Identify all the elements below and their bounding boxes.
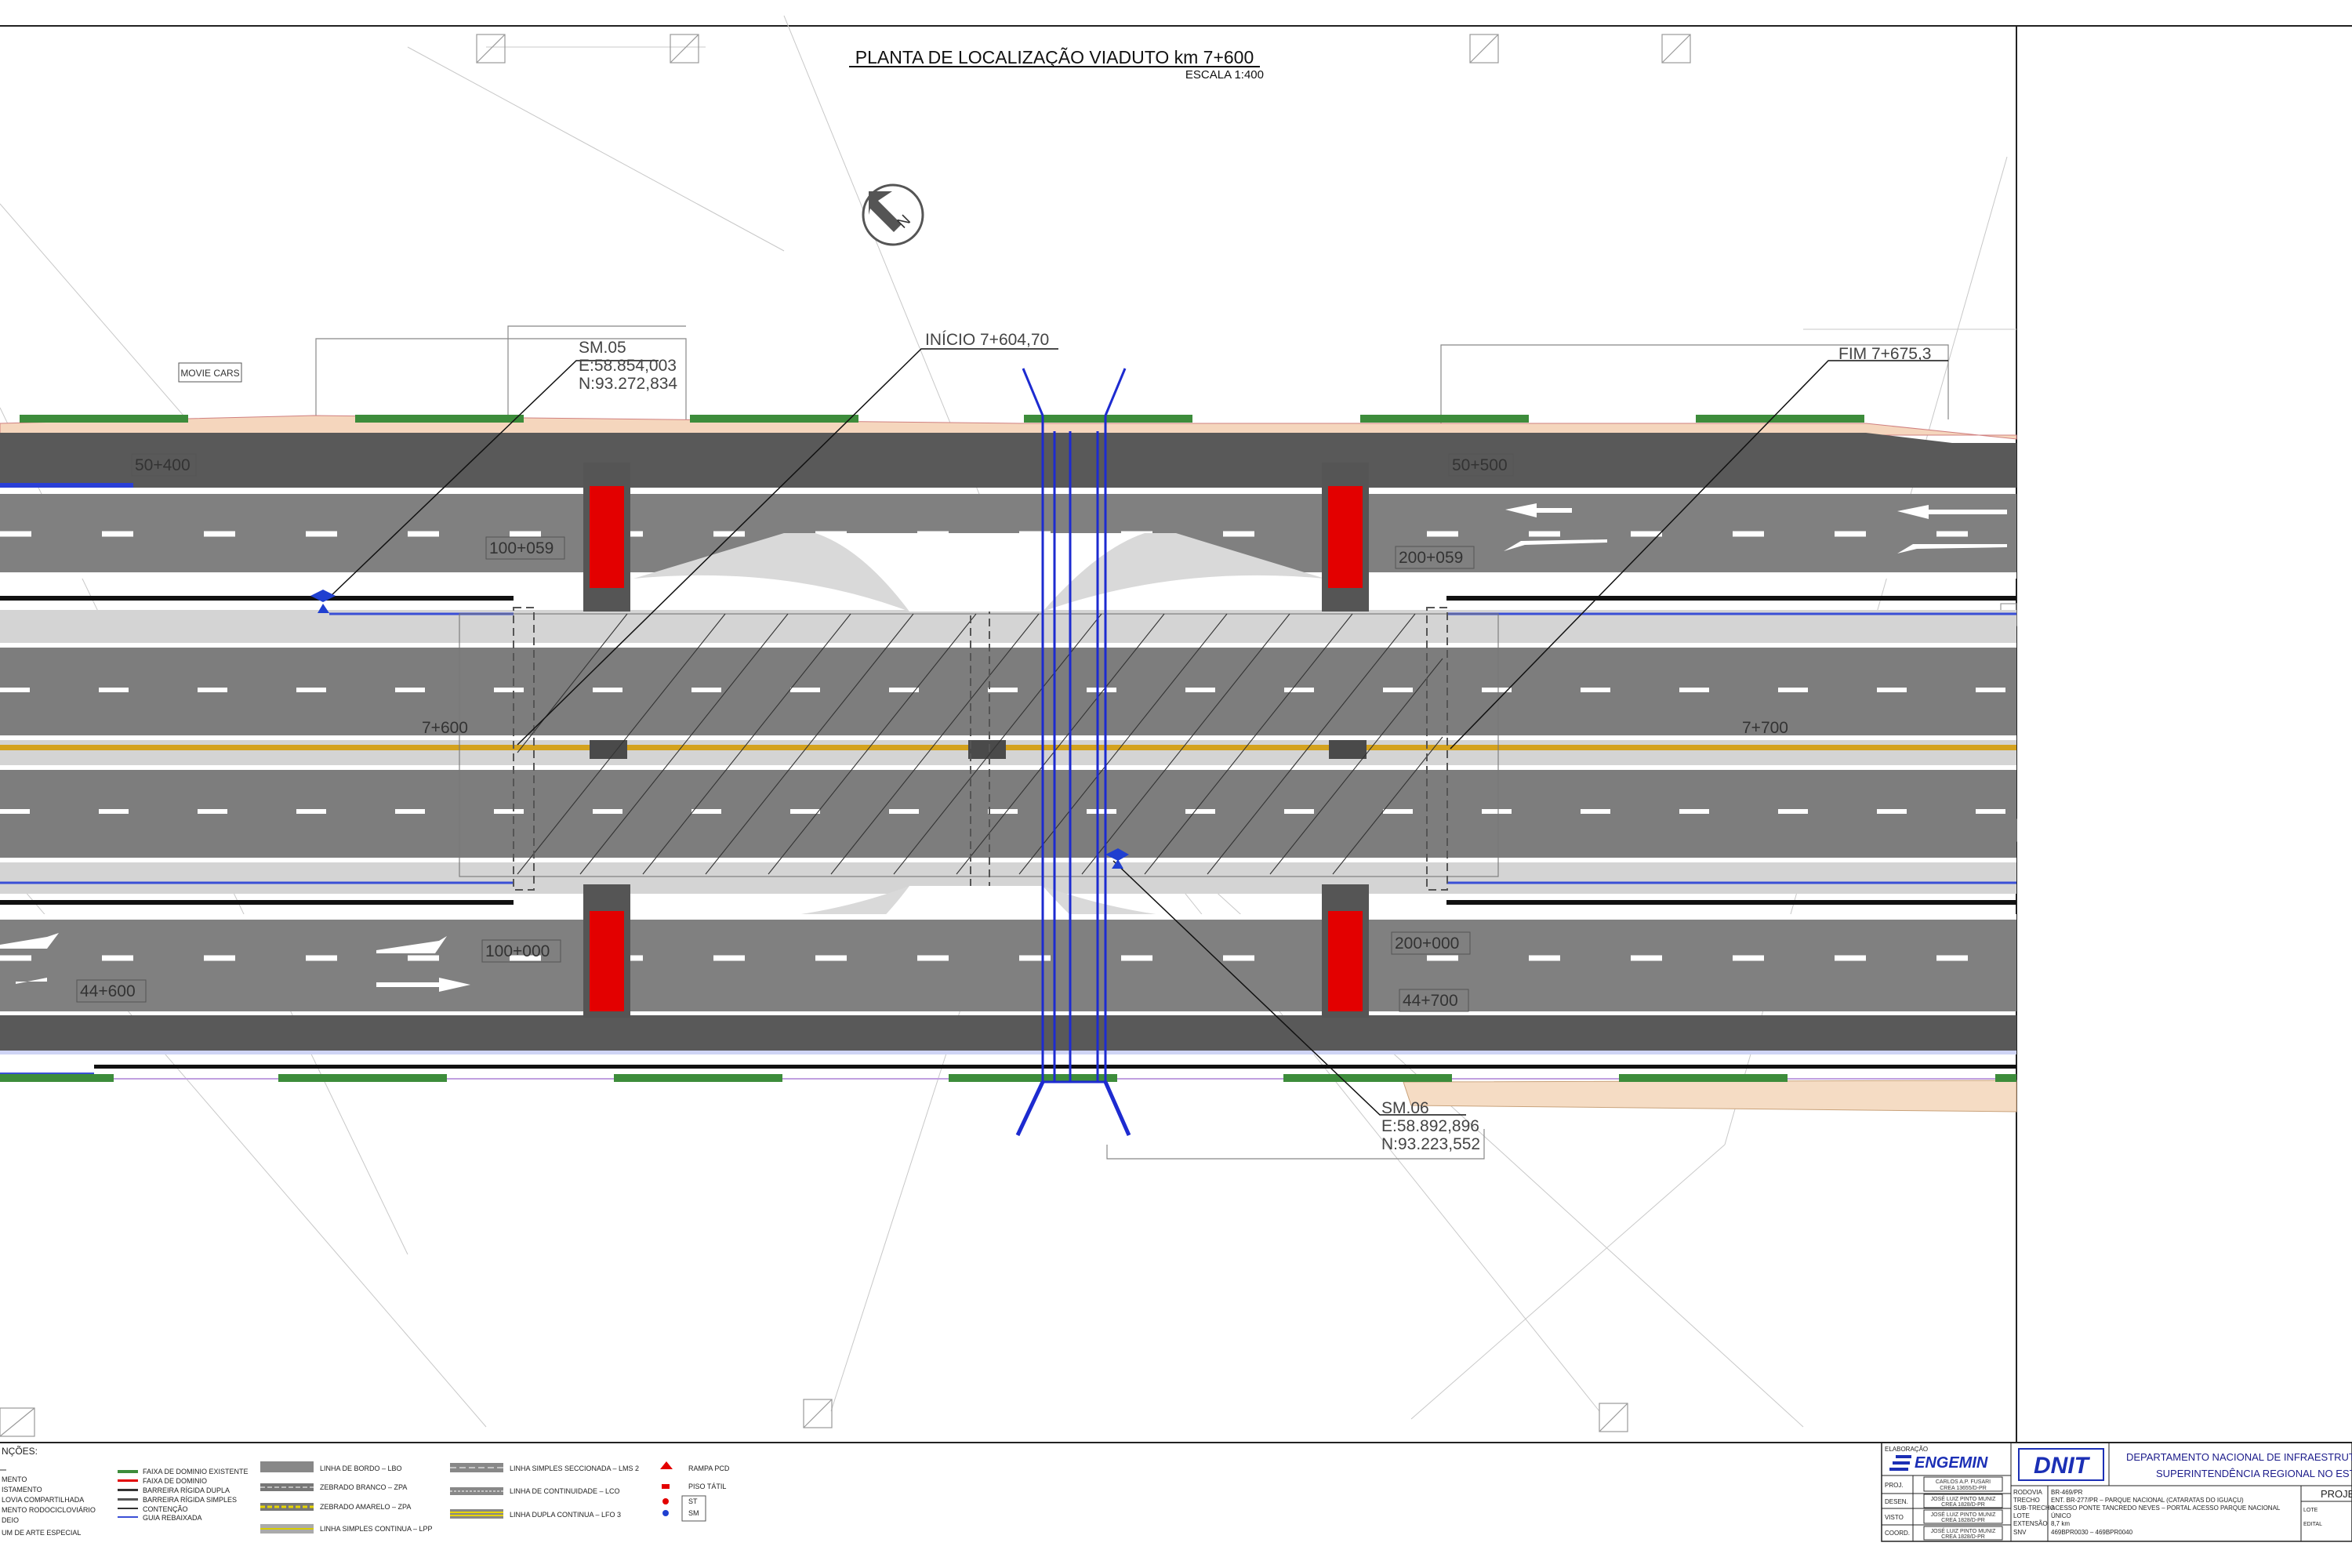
upper-local-road — [0, 433, 2016, 488]
svg-text:FIM 7+675,3: FIM 7+675,3 — [1838, 345, 1931, 363]
bottom-green-strips — [0, 1074, 2016, 1082]
svg-text:SM.06: SM.06 — [1381, 1099, 1429, 1117]
svg-text:UM DE ARTE ESPECIAL: UM DE ARTE ESPECIAL — [2, 1529, 81, 1537]
svg-text:DESEN.: DESEN. — [1885, 1498, 1908, 1505]
svg-text:PROJE: PROJE — [2321, 1488, 2352, 1500]
svg-text:7+700: 7+700 — [1742, 719, 1788, 737]
svg-text:100+000: 100+000 — [485, 942, 550, 960]
svg-text:ZEBRADO BRANCO – ZPA: ZEBRADO BRANCO – ZPA — [320, 1483, 407, 1491]
svg-text:ISTAMENTO: ISTAMENTO — [2, 1486, 42, 1494]
svg-text:LOTE: LOTE — [2303, 1508, 2318, 1513]
svg-text:FAIXA DE DOMINIO EXISTENTE: FAIXA DE DOMINIO EXISTENTE — [143, 1468, 249, 1475]
svg-text:RAMPA PCD: RAMPA PCD — [688, 1465, 730, 1472]
svg-text:FAIXA DE DOMINIO: FAIXA DE DOMINIO — [143, 1477, 207, 1485]
dnit-logo: DNIT — [2018, 1448, 2104, 1481]
svg-text:MENTO RODOCICLOVIÁRIO: MENTO RODOCICLOVIÁRIO — [2, 1506, 96, 1514]
svg-text:469BPR0030 – 469BPR0040: 469BPR0030 – 469BPR0040 — [2051, 1529, 2133, 1536]
svg-text:ENT. BR-277/PR – PARQUE NACION: ENT. BR-277/PR – PARQUE NACIONAL (CATARA… — [2051, 1497, 2244, 1504]
svg-text:DEIO: DEIO — [2, 1516, 19, 1524]
drawing-title: PLANTA DE LOCALIZAÇÃO VIADUTO km 7+600 — [855, 47, 1254, 67]
svg-text:44+600: 44+600 — [80, 982, 136, 1000]
svg-text:EXTENSÃO: EXTENSÃO — [2013, 1520, 2048, 1527]
svg-text:7+600: 7+600 — [422, 719, 468, 737]
svg-text:ÚNICO: ÚNICO — [2051, 1512, 2071, 1519]
svg-text:SUB-TRECHO: SUB-TRECHO — [2013, 1504, 2055, 1512]
svg-text:ZEBRADO AMARELO – ZPA: ZEBRADO AMARELO – ZPA — [320, 1503, 411, 1511]
svg-text:CREA 1828/D-PR: CREA 1828/D-PR — [1941, 1534, 1985, 1540]
svg-text:SUPERINTENDÊNCIA REGIONAL NO E: SUPERINTENDÊNCIA REGIONAL NO ESTA — [2156, 1468, 2352, 1479]
svg-text:INÍCIO 7+604,70: INÍCIO 7+604,70 — [925, 331, 1049, 349]
engemin-logo: ENGEMIN — [1889, 1454, 1988, 1472]
svg-text:CREA 1828/D-PR: CREA 1828/D-PR — [1941, 1502, 1985, 1508]
svg-text:50+400: 50+400 — [135, 456, 191, 474]
svg-text:SNV: SNV — [2013, 1529, 2027, 1536]
svg-text:LINHA DE CONTINUIDADE – LCO: LINHA DE CONTINUIDADE – LCO — [510, 1487, 620, 1495]
lower-ramp — [0, 919, 2016, 1011]
svg-text:LINHA DE BORDO – LBO: LINHA DE BORDO – LBO — [320, 1465, 402, 1472]
svg-text:EDITAL: EDITAL — [2303, 1522, 2322, 1527]
svg-text:200+059: 200+059 — [1399, 549, 1463, 567]
svg-text:CARLOS A.P. FUSARI: CARLOS A.P. FUSARI — [1936, 1479, 1991, 1485]
svg-text:ST: ST — [688, 1497, 698, 1505]
movie-cars-label: MOVIE CARS — [180, 368, 239, 379]
svg-text:CONTENÇÃO: CONTENÇÃO — [143, 1505, 188, 1513]
svg-text:CREA 1828/D-PR: CREA 1828/D-PR — [1941, 1518, 1985, 1523]
svg-text:RODOVIA: RODOVIA — [2013, 1489, 2043, 1496]
svg-text:COORD.: COORD. — [1885, 1530, 1910, 1537]
title-block: ELABORAÇÃO ENGEMIN PROJ. DESEN. VISTO CO… — [1881, 1442, 2352, 1542]
svg-text:8,7 km: 8,7 km — [2051, 1520, 2070, 1527]
drawing-sheet: PLANTA DE LOCALIZAÇÃO VIADUTO km 7+600 E… — [0, 15, 2352, 1542]
svg-text:PISO TÁTIL: PISO TÁTIL — [688, 1483, 726, 1490]
svg-text:E:58.854,003: E:58.854,003 — [579, 357, 677, 375]
svg-text:LINHA SIMPLES CONTINUA – LPP: LINHA SIMPLES CONTINUA – LPP — [320, 1525, 433, 1533]
blue-edge-top — [0, 483, 133, 488]
svg-text:BARREIRA RÍGIDA SIMPLES: BARREIRA RÍGIDA SIMPLES — [143, 1496, 237, 1504]
svg-text:E:58.892,896: E:58.892,896 — [1381, 1117, 1479, 1135]
svg-text:MENTO: MENTO — [2, 1475, 27, 1483]
svg-text:DEPARTAMENTO NACIONAL DE INFRA: DEPARTAMENTO NACIONAL DE INFRAESTRUTU — [2126, 1451, 2352, 1463]
drawing-scale: ESCALA 1:400 — [1185, 68, 1264, 82]
svg-text:CREA 13655/D-PR: CREA 13655/D-PR — [1940, 1486, 1987, 1491]
svg-text:100+059: 100+059 — [489, 539, 554, 557]
median-yellow-line — [0, 745, 2016, 750]
svg-text:44+700: 44+700 — [1403, 992, 1458, 1010]
svg-text:VISTO: VISTO — [1885, 1514, 1904, 1521]
svg-text:N:93.272,834: N:93.272,834 — [579, 375, 677, 393]
svg-text:LOTE: LOTE — [2013, 1512, 2030, 1519]
svg-text:JOSÉ LUIZ PINTO MUNIZ: JOSÉ LUIZ PINTO MUNIZ — [1931, 1511, 1996, 1518]
svg-text:TRECHO: TRECHO — [2013, 1497, 2040, 1504]
svg-text:SM: SM — [688, 1509, 699, 1517]
svg-text:ENGEMIN: ENGEMIN — [1915, 1454, 1988, 1472]
svg-text:JOSÉ LUIZ PINTO MUNIZ: JOSÉ LUIZ PINTO MUNIZ — [1931, 1495, 1996, 1502]
svg-text:50+500: 50+500 — [1452, 456, 1508, 474]
svg-text:LOVIA COMPARTILHADA: LOVIA COMPARTILHADA — [2, 1496, 84, 1504]
svg-text:SM.05: SM.05 — [579, 339, 626, 357]
svg-text:LINHA DUPLA CONTINUA – LFO 3: LINHA DUPLA CONTINUA – LFO 3 — [510, 1511, 621, 1519]
legend-heading: NÇÕES: — [2, 1445, 38, 1457]
svg-text:BR-469/PR: BR-469/PR — [2051, 1489, 2083, 1496]
legend: NÇÕES: MENTO ISTAMENTO LOVIA COMPARTILHA… — [0, 1445, 730, 1537]
svg-text:JOSÉ LUIZ PINTO MUNIZ: JOSÉ LUIZ PINTO MUNIZ — [1931, 1527, 1996, 1534]
svg-text:ACESSO PONTE TANCREDO NEVES –: ACESSO PONTE TANCREDO NEVES – PORTAL ACE… — [2051, 1504, 2281, 1512]
svg-text:GUIA REBAIXADA: GUIA REBAIXADA — [143, 1514, 202, 1522]
north-arrow-icon: N — [862, 183, 924, 246]
svg-text:PROJ.: PROJ. — [1885, 1482, 1904, 1489]
bottom-slope — [1403, 1080, 2017, 1112]
svg-text:200+000: 200+000 — [1395, 935, 1459, 953]
svg-text:BARREIRA RÍGIDA DUPLA: BARREIRA RÍGIDA DUPLA — [143, 1486, 230, 1494]
svg-text:N:93.223,552: N:93.223,552 — [1381, 1135, 1480, 1153]
svg-text:ELABORAÇÃO: ELABORAÇÃO — [1885, 1446, 1928, 1453]
svg-text:DNIT: DNIT — [2034, 1453, 2091, 1479]
lower-local-road — [0, 1015, 2016, 1051]
svg-text:LINHA SIMPLES SECCIONADA – LMS: LINHA SIMPLES SECCIONADA – LMS 2 — [510, 1465, 639, 1472]
